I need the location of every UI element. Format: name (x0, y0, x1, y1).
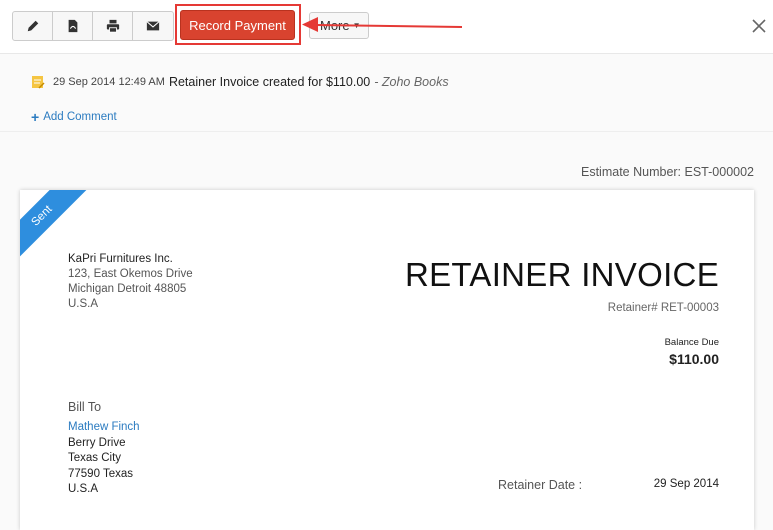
retainer-date-label: Retainer Date : (498, 478, 583, 492)
company-address: KaPri Furnitures Inc. 123, East Okemos D… (68, 252, 193, 312)
estimate-number: Estimate Number: EST-000002 (581, 165, 754, 179)
record-payment-button[interactable]: Record Payment (180, 10, 295, 40)
activity-panel: 29 Sep 2014 12:49 AM Retainer Invoice cr… (0, 55, 773, 132)
plus-icon: + (31, 109, 40, 125)
retainer-number: Retainer# RET-00003 (607, 302, 719, 314)
company-address-line2: Michigan Detroit 48805 (68, 283, 187, 295)
invoice-document: Sent KaPri Furnitures Inc. 123, East Oke… (20, 190, 754, 530)
bill-to-address: Mathew Finch Berry Drive Texas City 7759… (68, 420, 140, 498)
activity-timestamp: 29 Sep 2014 12:49 AM (53, 76, 165, 88)
bill-to-label: Bill To (68, 400, 102, 414)
balance-due-value: $110.00 (669, 351, 719, 367)
note-icon (32, 76, 45, 89)
print-icon (106, 19, 119, 33)
company-name: KaPri Furnitures Inc. (68, 253, 173, 265)
bill-to-country: U.S.A (68, 483, 99, 495)
mail-icon (146, 21, 160, 31)
edit-button[interactable] (13, 12, 53, 40)
print-button[interactable] (93, 12, 133, 40)
mail-button[interactable] (133, 12, 173, 40)
retainer-date-value: 29 Sep 2014 (653, 478, 719, 490)
add-comment-link[interactable]: + Add Comment (31, 109, 117, 125)
activity-message: Retainer Invoice created for $110.00 (168, 75, 371, 89)
activity-source: - Zoho Books (374, 75, 449, 89)
annotation-arrow-icon (302, 17, 463, 32)
bill-to-line1: Berry Drive (68, 436, 126, 449)
company-address-line1: 123, East Okemos Drive (68, 268, 193, 280)
edit-icon (27, 20, 38, 32)
company-country: U.S.A (68, 298, 99, 310)
action-icon-group (12, 11, 174, 41)
add-comment-label: Add Comment (43, 111, 117, 123)
document-title: RETAINER INVOICE (404, 256, 719, 293)
customer-name-link[interactable]: Mathew Finch (68, 420, 140, 436)
activity-entry: 29 Sep 2014 12:49 AM Retainer Invoice cr… (31, 75, 449, 89)
pdf-button[interactable] (53, 12, 93, 40)
toolbar: Record Payment More ▼ (0, 0, 773, 54)
pdf-icon (68, 19, 77, 33)
balance-due-label: Balance Due (664, 337, 719, 348)
close-icon[interactable] (751, 18, 767, 34)
bill-to-line2: Texas City (68, 452, 122, 464)
bill-to-line3: 77590 Texas (68, 467, 134, 480)
